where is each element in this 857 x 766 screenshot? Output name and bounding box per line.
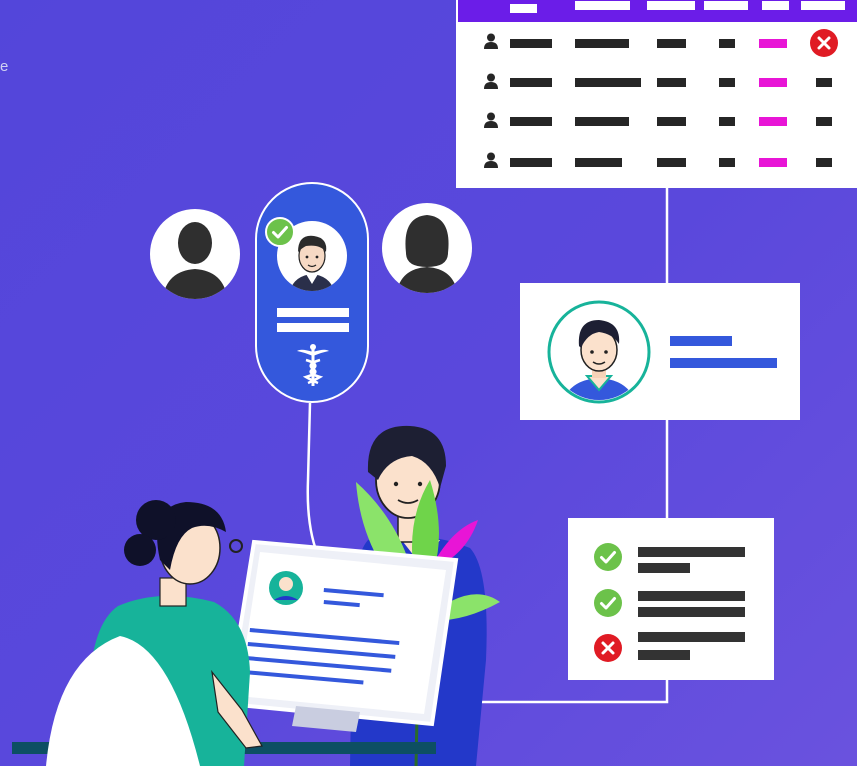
check-circle-icon bbox=[265, 217, 295, 247]
cell bbox=[657, 117, 686, 126]
header-cell bbox=[510, 4, 537, 13]
header-cell bbox=[801, 1, 845, 10]
header-cell bbox=[575, 1, 630, 10]
cell bbox=[719, 78, 735, 87]
person-icon bbox=[484, 73, 498, 89]
checklist-card bbox=[568, 518, 774, 680]
item-line bbox=[638, 632, 745, 642]
selected-candidate-card[interactable] bbox=[255, 182, 369, 403]
table-header bbox=[458, 0, 857, 22]
status-cell bbox=[759, 158, 787, 167]
profile-avatar bbox=[547, 300, 651, 404]
cell bbox=[575, 158, 622, 167]
checklist-item bbox=[568, 542, 774, 578]
checklist-item bbox=[568, 632, 774, 668]
cell bbox=[719, 39, 735, 48]
patient-table bbox=[456, 0, 857, 188]
table-row[interactable] bbox=[456, 28, 857, 58]
profile-name-line bbox=[670, 336, 732, 346]
profile-card[interactable] bbox=[520, 283, 800, 420]
cell bbox=[657, 39, 686, 48]
name-line bbox=[277, 308, 349, 317]
person-icon bbox=[484, 112, 498, 128]
table-row[interactable] bbox=[456, 147, 857, 177]
cell bbox=[575, 117, 629, 126]
table-row[interactable] bbox=[456, 107, 857, 137]
status-cell bbox=[759, 117, 787, 126]
caduceus-icon bbox=[297, 344, 329, 386]
item-line bbox=[638, 607, 745, 617]
title-line bbox=[277, 323, 349, 332]
status-cell bbox=[759, 78, 787, 87]
hiring-scene-illustration bbox=[12, 425, 500, 766]
cell bbox=[816, 78, 832, 87]
cell bbox=[575, 39, 629, 48]
table-row[interactable] bbox=[456, 68, 857, 98]
cell bbox=[510, 78, 552, 87]
x-circle-icon[interactable] bbox=[810, 29, 838, 57]
cell bbox=[575, 78, 641, 87]
item-line bbox=[638, 563, 690, 573]
cell bbox=[719, 117, 735, 126]
cell bbox=[657, 78, 686, 87]
item-line bbox=[638, 650, 690, 660]
cell bbox=[510, 158, 552, 167]
cell bbox=[510, 39, 552, 48]
status-cell bbox=[759, 39, 787, 48]
profile-detail-line bbox=[670, 358, 777, 368]
item-line bbox=[638, 591, 745, 601]
avatar-silhouette-man[interactable] bbox=[150, 209, 240, 299]
checklist-item bbox=[568, 588, 774, 624]
woman-recruiter bbox=[46, 500, 263, 766]
item-line bbox=[638, 547, 745, 557]
cell bbox=[719, 158, 735, 167]
header-cell bbox=[647, 1, 695, 10]
cell bbox=[510, 117, 552, 126]
cell bbox=[816, 158, 832, 167]
check-circle-icon bbox=[594, 589, 622, 617]
cell bbox=[657, 158, 686, 167]
x-circle-icon bbox=[594, 634, 622, 662]
monitor bbox=[225, 539, 459, 732]
person-icon bbox=[484, 33, 498, 49]
cell bbox=[816, 117, 832, 126]
avatar-silhouette-woman[interactable] bbox=[382, 203, 472, 293]
person-icon bbox=[484, 152, 498, 168]
check-circle-icon bbox=[594, 543, 622, 571]
header-cell bbox=[704, 1, 748, 10]
header-cell bbox=[762, 1, 789, 10]
